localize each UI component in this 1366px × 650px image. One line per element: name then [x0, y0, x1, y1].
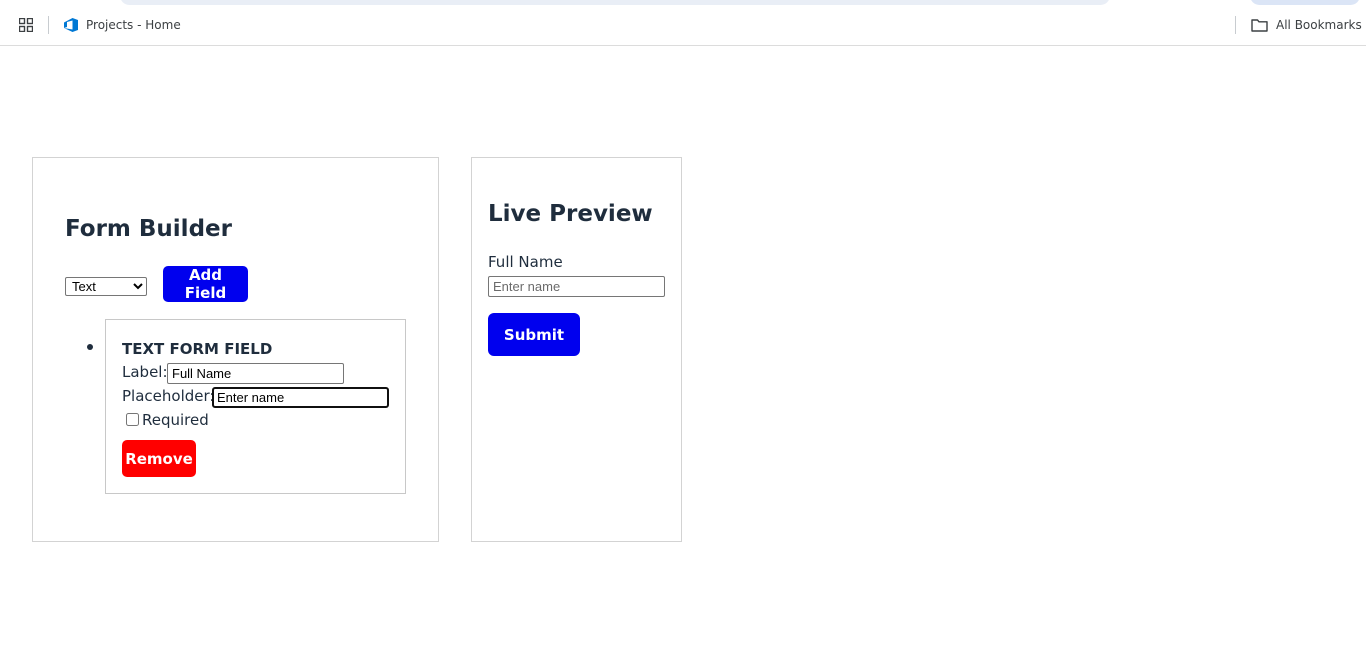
form-builder-panel: Form Builder Text Add Field TEXT FORM FI…: [32, 157, 439, 542]
live-preview-panel: Live Preview Full Name Submit: [471, 157, 682, 542]
apps-grid-icon[interactable]: [19, 18, 33, 32]
bookmarks-bar: Projects - Home All Bookmarks: [0, 0, 1366, 46]
folder-icon: [1251, 19, 1268, 32]
field-heading: TEXT FORM FIELD: [122, 340, 273, 358]
remove-field-button[interactable]: Remove: [122, 440, 196, 477]
field-label-caption: Label:: [122, 363, 168, 381]
profile-chip-edge[interactable]: [1250, 0, 1360, 5]
bookmark-projects-home[interactable]: Projects - Home: [63, 14, 181, 36]
all-bookmarks-label: All Bookmarks: [1276, 18, 1362, 32]
field-label-input[interactable]: [167, 363, 344, 384]
bookmarks-separator-right: [1235, 16, 1236, 34]
submit-button[interactable]: Submit: [488, 313, 580, 356]
form-field-card: TEXT FORM FIELD Label: Placeholder: Requ…: [105, 319, 406, 494]
bookmark-label: Projects - Home: [86, 18, 181, 32]
bookmarks-separator: [48, 16, 49, 34]
field-placeholder-input[interactable]: [212, 387, 389, 408]
form-builder-title: Form Builder: [65, 216, 232, 242]
azure-devops-icon: [64, 18, 78, 32]
preview-name-input[interactable]: [488, 276, 665, 297]
list-bullet: [87, 344, 93, 350]
required-caption: Required: [142, 411, 209, 429]
required-checkbox[interactable]: [126, 413, 139, 426]
add-field-button[interactable]: Add Field: [163, 266, 248, 302]
field-placeholder-caption: Placeholder:: [122, 387, 215, 405]
address-bar-edge[interactable]: [120, 0, 1110, 5]
all-bookmarks-button[interactable]: All Bookmarks: [1251, 14, 1362, 36]
live-preview-title: Live Preview: [488, 201, 653, 227]
field-type-select[interactable]: Text: [65, 277, 147, 296]
preview-field-label: Full Name: [488, 253, 563, 271]
